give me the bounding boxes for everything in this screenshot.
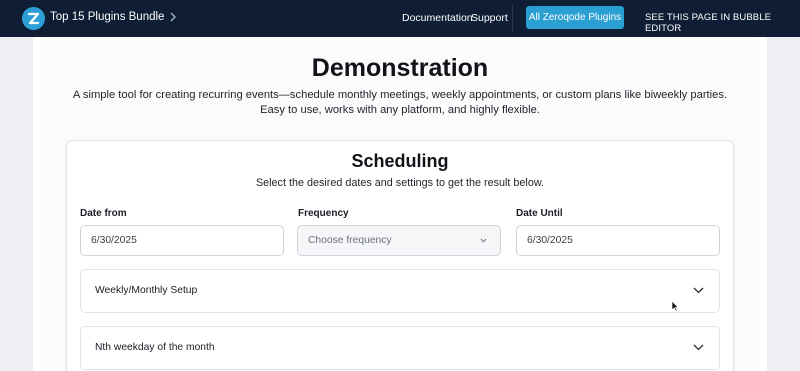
nav-link-documentation[interactable]: Documentation bbox=[402, 12, 473, 24]
nav-divider bbox=[512, 5, 513, 32]
chevron-down-icon bbox=[693, 287, 704, 294]
bundle-link[interactable]: Top 15 Plugins Bundle bbox=[50, 11, 177, 23]
subtitle-line-1: A simple tool for creating recurring eve… bbox=[72, 89, 728, 101]
accordion-weekly-monthly-setup[interactable]: Weekly/Monthly Setup bbox=[80, 269, 720, 313]
page-title: Demonstration bbox=[311, 54, 489, 82]
bubble-editor-link[interactable]: SEE THIS PAGE IN BUBBLE EDITOR bbox=[645, 12, 800, 34]
date-until-input[interactable]: 6/30/2025 bbox=[516, 225, 720, 256]
scheduling-title: Scheduling bbox=[351, 151, 449, 171]
date-from-label: Date from bbox=[80, 208, 127, 219]
date-until-value: 6/30/2025 bbox=[527, 235, 573, 246]
accordion-label: Nth weekday of the month bbox=[95, 342, 215, 353]
date-until-label: Date Until bbox=[516, 208, 563, 219]
all-plugins-button[interactable]: All Zeroqode Plugins bbox=[526, 6, 624, 29]
page-subtitle: A simple tool for creating recurring eve… bbox=[0, 88, 800, 117]
date-from-value: 6/30/2025 bbox=[91, 235, 137, 246]
frequency-label: Frequency bbox=[298, 208, 349, 219]
chevron-down-icon bbox=[480, 238, 487, 243]
chevron-down-icon bbox=[693, 344, 704, 351]
nav-link-support[interactable]: Support bbox=[471, 12, 508, 24]
chevron-right-icon bbox=[170, 12, 177, 22]
scheduling-subtitle: Select the desired dates and settings to… bbox=[255, 177, 545, 189]
accordion-label: Weekly/Monthly Setup bbox=[95, 285, 198, 296]
top-navbar: Top 15 Plugins Bundle Documentation Supp… bbox=[0, 0, 800, 37]
frequency-placeholder: Choose frequency bbox=[308, 235, 392, 246]
subtitle-line-2: Easy to use, works with any platform, an… bbox=[260, 103, 540, 116]
bundle-label: Top 15 Plugins Bundle bbox=[50, 11, 165, 23]
accordion-nth-weekday[interactable]: Nth weekday of the month bbox=[80, 326, 720, 370]
date-from-input[interactable]: 6/30/2025 bbox=[80, 225, 284, 256]
mouse-pointer-icon bbox=[671, 300, 679, 312]
frequency-select[interactable]: Choose frequency bbox=[297, 225, 501, 256]
zeroqode-logo-icon[interactable] bbox=[22, 7, 45, 30]
